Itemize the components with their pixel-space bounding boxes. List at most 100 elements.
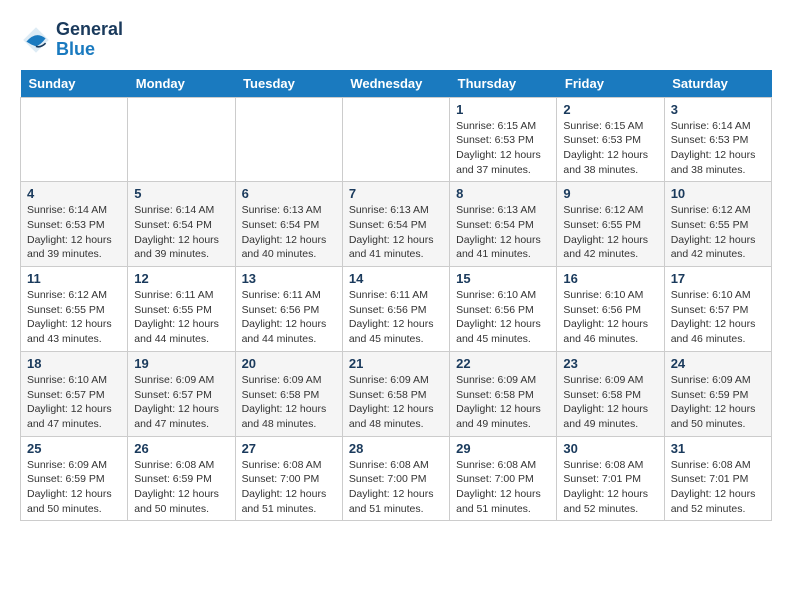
calendar-cell: 1 Sunrise: 6:15 AMSunset: 6:53 PMDaylight…: [450, 97, 557, 182]
logo-icon: [20, 24, 52, 56]
calendar-cell: 11 Sunrise: 6:12 AMSunset: 6:55 PMDayligh…: [21, 267, 128, 352]
calendar-week-2: 4 Sunrise: 6:14 AMSunset: 6:53 PMDaylight…: [21, 182, 772, 267]
day-number: 3: [671, 102, 765, 117]
calendar-cell: 19Sunrise: 6:09 AMSunset: 6:57 PMDayligh…: [128, 351, 235, 436]
day-number: 2: [563, 102, 657, 117]
day-info: Sunrise: 6:13 AMSunset: 6:54 PMDaylight:…: [456, 203, 550, 262]
day-number: 26: [134, 441, 228, 456]
calendar-cell: 15Sunrise: 6:10 AMSunset: 6:56 PMDayligh…: [450, 267, 557, 352]
calendar-cell: 4 Sunrise: 6:14 AMSunset: 6:53 PMDaylight…: [21, 182, 128, 267]
day-number: 23: [563, 356, 657, 371]
day-number: 8: [456, 186, 550, 201]
calendar-cell: 27Sunrise: 6:08 AMSunset: 7:00 PMDayligh…: [235, 436, 342, 521]
day-number: 6: [242, 186, 336, 201]
calendar-cell: 14 Sunrise: 6:11 AMSunset: 6:56 PMDayligh…: [342, 267, 449, 352]
day-info: Sunrise: 6:10 AMSunset: 6:56 PMDaylight:…: [563, 288, 657, 347]
day-info: Sunrise: 6:08 AMSunset: 7:00 PMDaylight:…: [456, 458, 550, 517]
calendar-week-5: 25Sunrise: 6:09 AMSunset: 6:59 PMDayligh…: [21, 436, 772, 521]
calendar-week-3: 11 Sunrise: 6:12 AMSunset: 6:55 PMDayligh…: [21, 267, 772, 352]
day-number: 9: [563, 186, 657, 201]
day-header-monday: Monday: [128, 70, 235, 98]
calendar-cell: 18 Sunrise: 6:10 AMSunset: 6:57 PMDayligh…: [21, 351, 128, 436]
day-info: Sunrise: 6:11 AMSunset: 6:55 PMDaylight:…: [134, 288, 228, 347]
page-header: GeneralBlue: [20, 20, 772, 60]
day-info: Sunrise: 6:10 AMSunset: 6:57 PMDaylight:…: [27, 373, 121, 432]
day-number: 21: [349, 356, 443, 371]
day-number: 28: [349, 441, 443, 456]
day-info: Sunrise: 6:13 AMSunset: 6:54 PMDaylight:…: [349, 203, 443, 262]
day-number: 14: [349, 271, 443, 286]
calendar-cell: 31 Sunrise: 6:08 AMSunset: 7:01 PMDayligh…: [664, 436, 771, 521]
day-info: Sunrise: 6:15 AMSunset: 6:53 PMDaylight:…: [456, 119, 550, 178]
calendar-header-row: SundayMondayTuesdayWednesdayThursdayFrid…: [21, 70, 772, 98]
calendar-cell: 10 Sunrise: 6:12 AMSunset: 6:55 PMDayligh…: [664, 182, 771, 267]
day-info: Sunrise: 6:12 AMSunset: 6:55 PMDaylight:…: [27, 288, 121, 347]
day-header-tuesday: Tuesday: [235, 70, 342, 98]
day-number: 29: [456, 441, 550, 456]
day-number: 30: [563, 441, 657, 456]
day-info: Sunrise: 6:09 AMSunset: 6:58 PMDaylight:…: [563, 373, 657, 432]
day-info: Sunrise: 6:08 AMSunset: 7:01 PMDaylight:…: [671, 458, 765, 517]
day-header-wednesday: Wednesday: [342, 70, 449, 98]
day-number: 5: [134, 186, 228, 201]
day-number: 22: [456, 356, 550, 371]
calendar-cell: 12 Sunrise: 6:11 AMSunset: 6:55 PMDayligh…: [128, 267, 235, 352]
day-info: Sunrise: 6:12 AMSunset: 6:55 PMDaylight:…: [671, 203, 765, 262]
calendar-cell: 5Sunrise: 6:14 AMSunset: 6:54 PMDaylight…: [128, 182, 235, 267]
calendar-week-4: 18 Sunrise: 6:10 AMSunset: 6:57 PMDayligh…: [21, 351, 772, 436]
calendar-cell: 23 Sunrise: 6:09 AMSunset: 6:58 PMDayligh…: [557, 351, 664, 436]
day-number: 10: [671, 186, 765, 201]
calendar-cell: 22 Sunrise: 6:09 AMSunset: 6:58 PMDayligh…: [450, 351, 557, 436]
day-info: Sunrise: 6:08 AMSunset: 7:00 PMDaylight:…: [349, 458, 443, 517]
day-info: Sunrise: 6:10 AMSunset: 6:56 PMDaylight:…: [456, 288, 550, 347]
day-number: 16: [563, 271, 657, 286]
day-number: 17: [671, 271, 765, 286]
calendar-cell: 25Sunrise: 6:09 AMSunset: 6:59 PMDayligh…: [21, 436, 128, 521]
calendar-cell: 29 Sunrise: 6:08 AMSunset: 7:00 PMDayligh…: [450, 436, 557, 521]
day-info: Sunrise: 6:14 AMSunset: 6:53 PMDaylight:…: [27, 203, 121, 262]
day-info: Sunrise: 6:09 AMSunset: 6:59 PMDaylight:…: [671, 373, 765, 432]
day-info: Sunrise: 6:11 AMSunset: 6:56 PMDaylight:…: [349, 288, 443, 347]
calendar-cell: 20Sunrise: 6:09 AMSunset: 6:58 PMDayligh…: [235, 351, 342, 436]
calendar-cell: 24 Sunrise: 6:09 AMSunset: 6:59 PMDayligh…: [664, 351, 771, 436]
day-info: Sunrise: 6:13 AMSunset: 6:54 PMDaylight:…: [242, 203, 336, 262]
day-info: Sunrise: 6:09 AMSunset: 6:59 PMDaylight:…: [27, 458, 121, 517]
calendar-cell: 28 Sunrise: 6:08 AMSunset: 7:00 PMDayligh…: [342, 436, 449, 521]
day-number: 18: [27, 356, 121, 371]
calendar-cell: 16 Sunrise: 6:10 AMSunset: 6:56 PMDayligh…: [557, 267, 664, 352]
calendar-cell: 3 Sunrise: 6:14 AMSunset: 6:53 PMDaylight…: [664, 97, 771, 182]
calendar-cell: 8 Sunrise: 6:13 AMSunset: 6:54 PMDaylight…: [450, 182, 557, 267]
day-header-thursday: Thursday: [450, 70, 557, 98]
day-info: Sunrise: 6:08 AMSunset: 7:00 PMDaylight:…: [242, 458, 336, 517]
day-info: Sunrise: 6:15 AMSunset: 6:53 PMDaylight:…: [563, 119, 657, 178]
day-info: Sunrise: 6:14 AMSunset: 6:53 PMDaylight:…: [671, 119, 765, 178]
day-info: Sunrise: 6:12 AMSunset: 6:55 PMDaylight:…: [563, 203, 657, 262]
calendar-week-1: 1 Sunrise: 6:15 AMSunset: 6:53 PMDaylight…: [21, 97, 772, 182]
day-number: 13: [242, 271, 336, 286]
logo-text: GeneralBlue: [56, 20, 123, 60]
calendar-cell: 2 Sunrise: 6:15 AMSunset: 6:53 PMDaylight…: [557, 97, 664, 182]
calendar-cell: 7 Sunrise: 6:13 AMSunset: 6:54 PMDaylight…: [342, 182, 449, 267]
calendar-cell: 17Sunrise: 6:10 AMSunset: 6:57 PMDayligh…: [664, 267, 771, 352]
calendar-cell: 6 Sunrise: 6:13 AMSunset: 6:54 PMDaylight…: [235, 182, 342, 267]
calendar-cell: 26Sunrise: 6:08 AMSunset: 6:59 PMDayligh…: [128, 436, 235, 521]
day-info: Sunrise: 6:09 AMSunset: 6:58 PMDaylight:…: [349, 373, 443, 432]
day-header-friday: Friday: [557, 70, 664, 98]
day-info: Sunrise: 6:11 AMSunset: 6:56 PMDaylight:…: [242, 288, 336, 347]
day-number: 12: [134, 271, 228, 286]
day-number: 31: [671, 441, 765, 456]
day-number: 1: [456, 102, 550, 117]
calendar-cell: 13 Sunrise: 6:11 AMSunset: 6:56 PMDayligh…: [235, 267, 342, 352]
day-info: Sunrise: 6:09 AMSunset: 6:58 PMDaylight:…: [456, 373, 550, 432]
day-info: Sunrise: 6:09 AMSunset: 6:57 PMDaylight:…: [134, 373, 228, 432]
day-number: 7: [349, 186, 443, 201]
day-number: 4: [27, 186, 121, 201]
day-number: 11: [27, 271, 121, 286]
day-number: 24: [671, 356, 765, 371]
calendar-cell: 21 Sunrise: 6:09 AMSunset: 6:58 PMDayligh…: [342, 351, 449, 436]
calendar-table: SundayMondayTuesdayWednesdayThursdayFrid…: [20, 70, 772, 522]
calendar-cell: [128, 97, 235, 182]
calendar-cell: [235, 97, 342, 182]
day-info: Sunrise: 6:09 AMSunset: 6:58 PMDaylight:…: [242, 373, 336, 432]
logo: GeneralBlue: [20, 20, 123, 60]
